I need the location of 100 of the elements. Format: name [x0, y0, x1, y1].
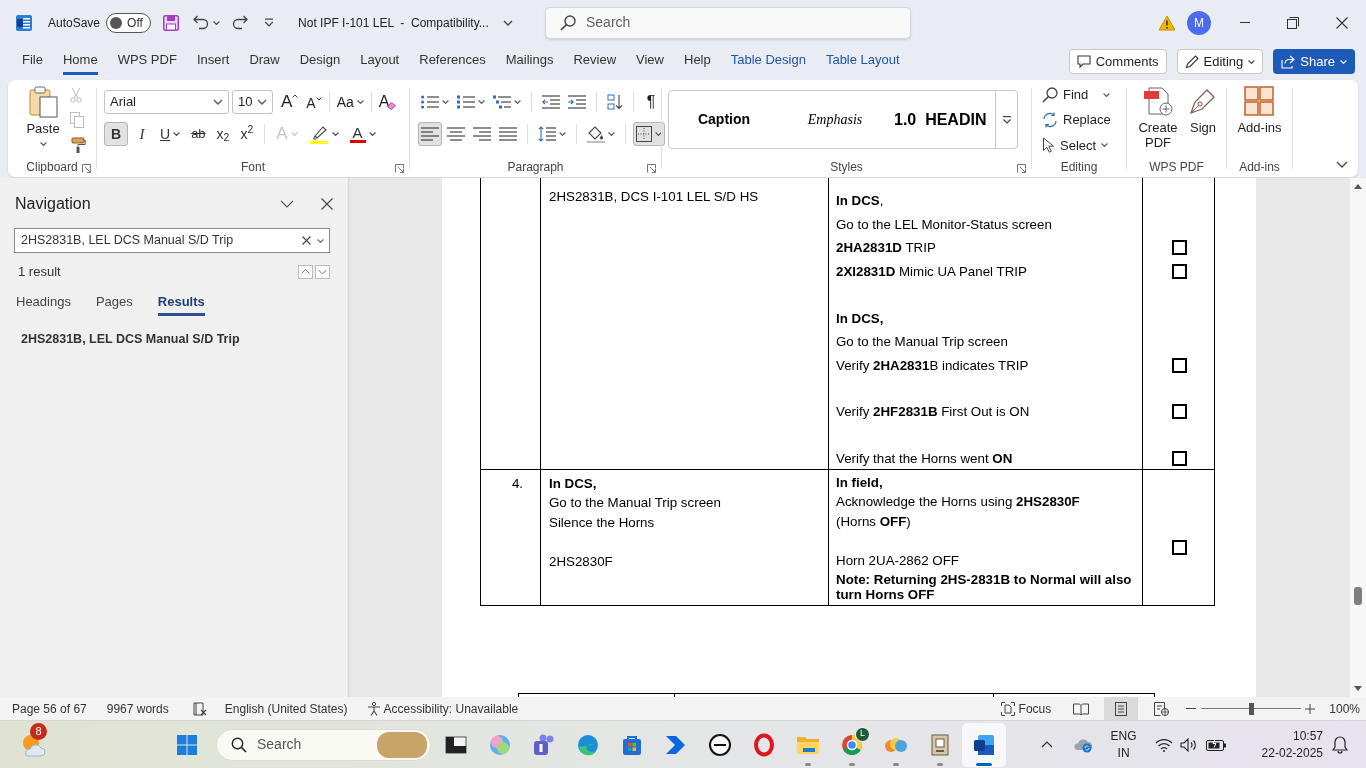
cabinet-app-icon[interactable] — [928, 732, 952, 757]
dialog-launcher-icon[interactable] — [647, 164, 656, 173]
caret-icon[interactable] — [317, 238, 324, 243]
zoom-in-icon[interactable] — [1305, 703, 1316, 714]
previous-result-icon[interactable] — [298, 265, 313, 279]
create-pdf-button[interactable]: Create PDF — [1135, 86, 1181, 158]
ribbon-tab[interactable]: WPS PDF — [117, 48, 177, 75]
people-app-icon[interactable] — [532, 732, 556, 757]
ribbon-tab[interactable]: References — [419, 48, 486, 75]
checkbox[interactable] — [1172, 240, 1187, 256]
accessibility-icon[interactable] — [366, 701, 381, 716]
accessibility-status[interactable]: Accessibility: Unavailable — [383, 699, 519, 718]
strikethrough-button[interactable]: ab — [187, 122, 210, 146]
checkbox[interactable] — [1172, 357, 1187, 373]
pane-tab[interactable]: Headings — [16, 290, 71, 316]
caret-icon[interactable] — [39, 142, 47, 146]
ribbon-tab[interactable]: Draw — [249, 48, 280, 75]
style-item[interactable]: Emphasis — [779, 91, 891, 148]
close-icon[interactable] — [1336, 16, 1348, 29]
taskbar-search-field[interactable]: Search — [216, 728, 431, 761]
focus-button[interactable]: Focus — [997, 699, 1055, 718]
profile-avatar[interactable]: M — [1187, 10, 1211, 35]
caret-icon[interactable] — [331, 132, 339, 136]
font-color-button[interactable]: A — [345, 122, 380, 146]
view-button[interactable] — [1104, 697, 1139, 720]
customize-menu-icon[interactable] — [264, 18, 275, 27]
checkbox[interactable] — [1172, 263, 1187, 279]
share-button[interactable]: Share — [1273, 49, 1355, 74]
underline-button[interactable]: U — [156, 122, 185, 146]
ribbon-tab[interactable]: Help — [684, 48, 711, 75]
ribbon-tab[interactable]: Table Design — [730, 48, 806, 75]
scroll-up-icon[interactable] — [1354, 184, 1362, 189]
ribbon-tab[interactable]: Insert — [196, 48, 230, 75]
checkbox[interactable] — [1172, 404, 1187, 420]
bold-button[interactable]: B — [104, 122, 128, 146]
ribbon-tab[interactable]: Design — [299, 48, 341, 75]
paste-button[interactable]: Paste — [25, 80, 61, 158]
caret-icon[interactable] — [514, 100, 521, 104]
align-left-button[interactable] — [418, 122, 442, 146]
chevron-down-icon[interactable] — [257, 99, 267, 105]
caret-icon[interactable] — [559, 132, 566, 136]
page-count[interactable]: Page 56 of 67 — [12, 699, 87, 718]
zoom-slider[interactable] — [1201, 702, 1302, 715]
show-marks-button[interactable]: ¶ — [641, 90, 661, 114]
paintbrush-icon[interactable] — [70, 137, 86, 153]
comments-button[interactable]: Comments — [1068, 49, 1167, 74]
notification-bell-icon[interactable] — [1332, 735, 1348, 754]
browser-app-icon[interactable] — [840, 732, 864, 757]
ribbon-tab[interactable]: File — [22, 48, 43, 75]
active-app-button[interactable] — [962, 722, 1006, 767]
caret-icon[interactable] — [442, 100, 449, 104]
editing-mode-button[interactable]: Editing — [1176, 49, 1264, 74]
ribbon-tab[interactable]: Review — [573, 48, 617, 75]
caret-icon[interactable] — [608, 132, 615, 136]
warning-icon[interactable] — [1158, 14, 1176, 31]
grow-font-button[interactable]: A — [281, 91, 299, 113]
battery-icon[interactable] — [1205, 738, 1226, 751]
font-size-field[interactable]: 10 — [232, 90, 273, 114]
search-field[interactable]: Search — [545, 6, 911, 39]
shrink-font-button[interactable]: A — [306, 91, 322, 113]
circle-logo-icon[interactable] — [708, 732, 732, 757]
close-icon[interactable] — [321, 198, 333, 210]
ribbon-tab[interactable]: View — [636, 48, 664, 75]
restore-icon[interactable] — [1287, 16, 1299, 29]
wave-browser-icon[interactable] — [576, 732, 600, 757]
font-name-field[interactable]: Arial — [104, 90, 229, 114]
select-button[interactable]: Select — [1042, 132, 1111, 158]
style-item[interactable]: 1.0 HEADIN — [891, 91, 995, 148]
caret-icon[interactable] — [356, 100, 364, 104]
ribbon-tab[interactable]: Home — [62, 48, 98, 75]
collapse-ribbon-icon[interactable] — [1336, 161, 1348, 168]
document-title[interactable]: Not IPF I-101 LEL - Compatibility... — [298, 13, 489, 32]
clear-formatting-button[interactable]: A — [378, 94, 397, 110]
subscript-button[interactable]: x$_{2}$ — [212, 122, 234, 146]
checkbox[interactable] — [1172, 540, 1187, 556]
vertical-scrollbar[interactable] — [1350, 178, 1366, 697]
document-app-icon[interactable] — [972, 732, 996, 757]
search-result[interactable]: 2HS2831B, LEL DCS Manual S/D Trip — [21, 330, 240, 349]
word-count[interactable]: 9967 words — [106, 699, 169, 718]
zoom-slider-thumb[interactable] — [1249, 702, 1255, 715]
chevron-down-icon[interactable] — [280, 200, 294, 208]
clear-icon[interactable] — [302, 236, 311, 245]
borders-button[interactable] — [633, 122, 665, 146]
caret-icon[interactable] — [173, 132, 181, 136]
caret-icon[interactable] — [655, 132, 662, 136]
ring-app-icon[interactable] — [752, 732, 776, 757]
speaker-icon[interactable] — [1179, 737, 1198, 752]
start-icon[interactable] — [177, 734, 197, 755]
chevron-down-icon[interactable] — [213, 99, 223, 105]
proofing-icon[interactable] — [192, 701, 207, 716]
find-button[interactable]: Find — [1042, 82, 1111, 108]
wifi-icon[interactable] — [1154, 737, 1173, 752]
chevron-up-icon[interactable] — [1040, 741, 1053, 748]
style-item[interactable]: Caption — [669, 91, 779, 148]
save-icon[interactable] — [163, 14, 180, 31]
undo-icon[interactable] — [193, 15, 210, 30]
redo-icon[interactable] — [232, 15, 249, 30]
zoom-level[interactable]: 100% — [1329, 699, 1360, 718]
dialog-launcher-icon[interactable] — [395, 164, 404, 173]
cloud-sync-icon[interactable] — [1072, 736, 1093, 753]
